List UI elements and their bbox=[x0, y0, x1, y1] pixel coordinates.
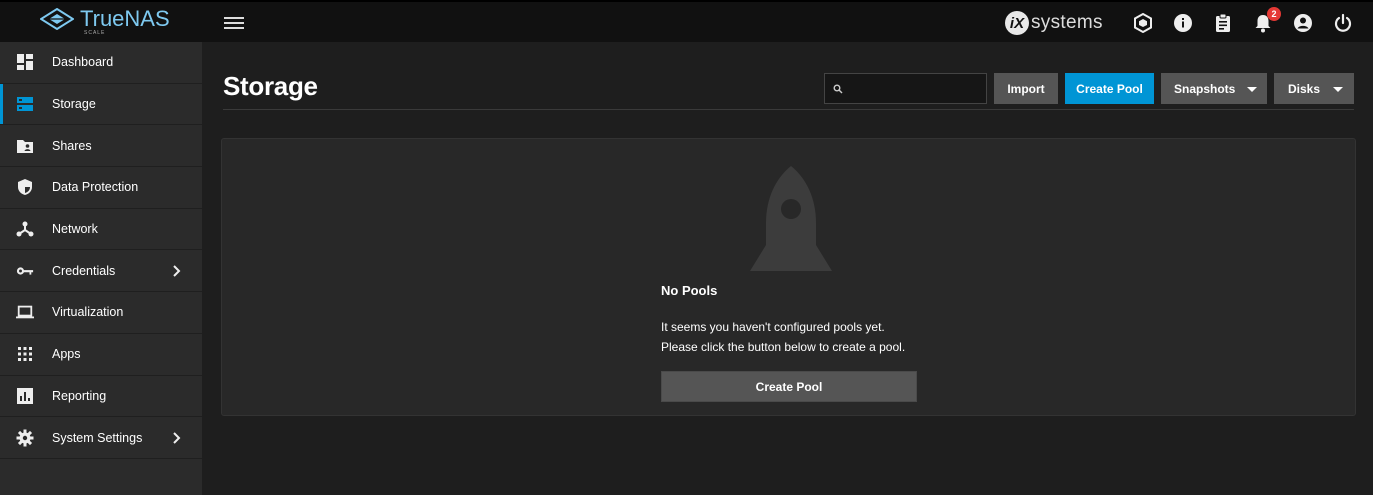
truecommand-icon[interactable] bbox=[1133, 13, 1153, 33]
empty-create-pool-label: Create Pool bbox=[755, 379, 823, 394]
sidebar-item-label: Apps bbox=[52, 347, 81, 362]
logo-text: TrueNAS bbox=[80, 6, 170, 31]
create-pool-button[interactable]: Create Pool bbox=[1065, 73, 1154, 104]
header-divider bbox=[223, 109, 1354, 110]
sidebar-item-label: Data Protection bbox=[52, 180, 139, 195]
sidebar-item-data-protection[interactable]: Data Protection bbox=[0, 167, 202, 209]
snapshots-button-label: Snapshots bbox=[1174, 81, 1236, 96]
power-icon[interactable] bbox=[1333, 13, 1353, 33]
search-input[interactable] bbox=[847, 81, 977, 96]
sidebar-item-shares[interactable]: Shares bbox=[0, 125, 202, 168]
import-button[interactable]: Import bbox=[994, 73, 1058, 104]
ixsystems-logo[interactable]: iX systems bbox=[1005, 11, 1103, 35]
sidebar-item-label: Dashboard bbox=[52, 55, 114, 70]
sidebar-item-reporting[interactable]: Reporting bbox=[0, 376, 202, 418]
sidebar-item-storage[interactable]: Storage bbox=[0, 83, 202, 126]
sidebar-item-system-settings[interactable]: System Settings bbox=[0, 417, 202, 459]
network-icon bbox=[16, 220, 34, 238]
ix-mark: iX bbox=[1005, 11, 1029, 35]
empty-create-pool-button[interactable]: Create Pool bbox=[661, 371, 917, 402]
info-icon[interactable] bbox=[1173, 13, 1193, 33]
empty-state-title: No Pools bbox=[661, 283, 718, 298]
folder-shared-icon bbox=[16, 137, 34, 155]
empty-pools-card: No Pools It seems you haven't configured… bbox=[221, 138, 1356, 416]
bell-icon[interactable]: 2 bbox=[1253, 7, 1281, 33]
key-icon bbox=[16, 262, 34, 280]
sidebar-item-label: Reporting bbox=[52, 388, 107, 403]
sidebar-item-label: Shares bbox=[52, 138, 92, 153]
create-pool-button-label: Create Pool bbox=[1076, 81, 1143, 96]
sidebar-item-network[interactable]: Network bbox=[0, 209, 202, 251]
empty-state-message: It seems you haven't configured pools ye… bbox=[661, 317, 905, 357]
snapshots-button[interactable]: Snapshots bbox=[1161, 73, 1267, 104]
disks-button-label: Disks bbox=[1288, 81, 1321, 96]
truenas-logo[interactable]: TrueNAS SCALE bbox=[40, 6, 170, 36]
clipboard-icon[interactable] bbox=[1213, 13, 1233, 33]
sidebar-item-credentials[interactable]: Credentials bbox=[0, 250, 202, 293]
logo-subtitle: SCALE bbox=[84, 30, 106, 36]
disks-button[interactable]: Disks bbox=[1274, 73, 1354, 104]
account-icon[interactable] bbox=[1293, 13, 1313, 33]
notification-badge: 2 bbox=[1267, 7, 1281, 21]
top-bar: TrueNAS SCALE iX systems 2 bbox=[0, 0, 1373, 42]
dropdown-caret-icon bbox=[1247, 87, 1257, 92]
sidebar-item-label: Virtualization bbox=[52, 305, 124, 320]
app-root: TrueNAS SCALE iX systems 2 Dashboard Sto… bbox=[0, 0, 1373, 495]
empty-state-line-1: It seems you haven't configured pools ye… bbox=[661, 320, 885, 334]
dashboard-icon bbox=[16, 53, 34, 71]
sidebar-item-label: Network bbox=[52, 222, 98, 237]
shield-icon bbox=[16, 178, 34, 196]
sidebar-item-apps[interactable]: Apps bbox=[0, 334, 202, 376]
chevron-right-icon bbox=[173, 265, 181, 277]
ix-text: systems bbox=[1031, 12, 1103, 33]
rocket-icon bbox=[750, 166, 832, 271]
sidebar: Dashboard Storage Shares Data Protection… bbox=[0, 42, 202, 495]
sidebar-item-virtualization[interactable]: Virtualization bbox=[0, 292, 202, 334]
sidebar-item-label: Storage bbox=[52, 97, 96, 112]
sidebar-item-label: Credentials bbox=[52, 263, 116, 278]
empty-state-line-2: Please click the button below to create … bbox=[661, 340, 906, 354]
gear-icon bbox=[16, 429, 34, 447]
sidebar-item-label: System Settings bbox=[52, 430, 143, 445]
chart-icon bbox=[16, 387, 34, 405]
dropdown-caret-icon bbox=[1333, 87, 1343, 92]
import-button-label: Import bbox=[1007, 81, 1045, 96]
storage-icon bbox=[16, 95, 34, 113]
chevron-right-icon bbox=[173, 431, 181, 444]
search-icon bbox=[833, 84, 843, 93]
apps-grid-icon bbox=[16, 345, 34, 363]
laptop-icon bbox=[16, 303, 34, 321]
search-box[interactable] bbox=[824, 73, 987, 104]
menu-toggle-icon[interactable] bbox=[224, 14, 244, 30]
sidebar-item-dashboard[interactable]: Dashboard bbox=[0, 42, 202, 84]
page-title: Storage bbox=[223, 71, 318, 101]
truenas-logo-icon bbox=[40, 8, 74, 30]
